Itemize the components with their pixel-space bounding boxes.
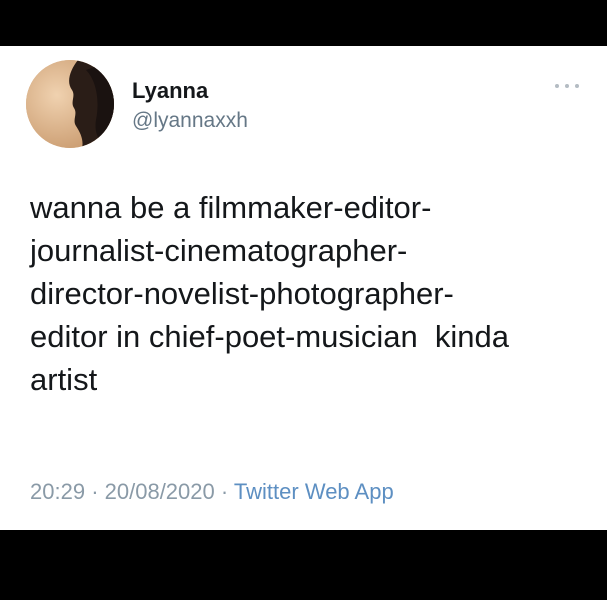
tweet-text-line: artist — [30, 362, 98, 397]
display-name[interactable]: Lyanna — [132, 78, 208, 104]
avatar-image — [26, 60, 114, 148]
tweet-date[interactable]: 20/08/2020 — [105, 479, 215, 504]
screenshot-frame: Lyanna @lyannaxxh wanna be a filmmaker-e… — [0, 0, 607, 600]
tweet-text-line: director-novelist-photographer- — [30, 276, 454, 311]
meta-separator: · — [91, 479, 99, 504]
dot — [575, 84, 579, 88]
dot — [565, 84, 569, 88]
tweet-source-link[interactable]: Twitter Web App — [234, 479, 394, 504]
tweet-time[interactable]: 20:29 — [30, 479, 85, 504]
avatar[interactable] — [26, 60, 114, 148]
tweet-text: wanna be a filmmaker-editor- journalist-… — [30, 186, 590, 401]
meta-separator: · — [220, 479, 229, 504]
tweet-text-line: editor in chief-poet-musician kinda — [30, 319, 510, 354]
user-handle[interactable]: @lyannaxxh — [132, 108, 248, 134]
dot — [555, 84, 559, 88]
tweet-text-line: wanna be a filmmaker-editor- — [30, 190, 432, 225]
tweet-metadata: 20:29 · 20/08/2020 · Twitter Web App — [30, 478, 394, 506]
tweet-text-line: journalist-cinematographer- — [30, 233, 408, 268]
more-options-icon[interactable] — [555, 78, 579, 94]
tweet-card: Lyanna @lyannaxxh wanna be a filmmaker-e… — [0, 46, 607, 530]
